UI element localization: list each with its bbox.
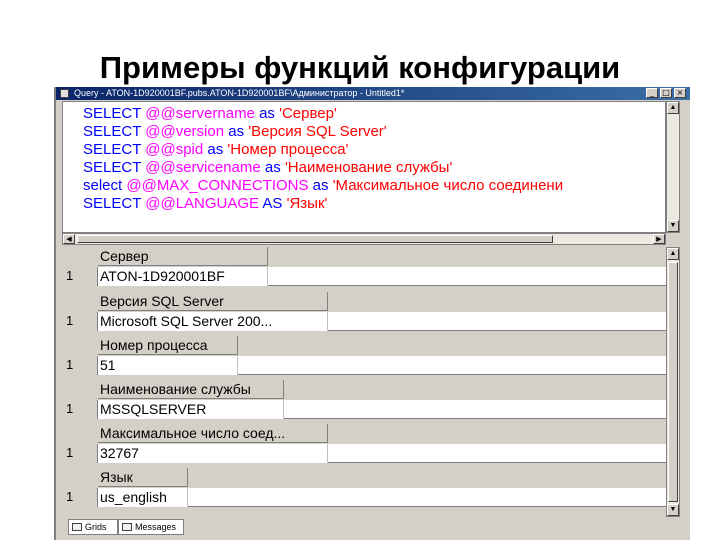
scroll-up-arrow-icon[interactable]: ▲ [667, 102, 679, 114]
row-number: 1 [62, 312, 98, 331]
table-row[interactable]: 1 us_english [62, 488, 666, 507]
window-title: Query - ATON-1D920001BF.pubs.ATON-1D9200… [74, 88, 405, 98]
table-cell[interactable]: MSSQLSERVER [98, 400, 284, 419]
table-cell[interactable]: ATON-1D920001BF [98, 267, 268, 286]
query-text: SELECT @@servername as 'Сервер' SELECT @… [83, 105, 563, 213]
result-set: Максимальное число соед... 1 32767 [62, 424, 666, 464]
row-number: 1 [62, 444, 98, 463]
column-header[interactable]: Номер процесса [98, 336, 238, 355]
result-set: Язык 1 us_english [62, 468, 666, 508]
table-row[interactable]: 1 51 [62, 356, 666, 375]
tab-grids[interactable]: Grids [68, 519, 118, 535]
query-line: SELECT @@spid as 'Номер процесса' [83, 141, 349, 158]
column-header[interactable]: Версия SQL Server [98, 292, 328, 311]
messages-icon [122, 523, 132, 531]
query-line: select @@MAX_CONNECTIONS as 'Максимально… [83, 177, 564, 194]
scroll-up-arrow-icon[interactable]: ▲ [667, 248, 679, 260]
query-line: SELECT @@LANGUAGE AS 'Язык' [83, 195, 328, 212]
tab-messages[interactable]: Messages [118, 519, 184, 535]
column-header[interactable]: Сервер [98, 247, 268, 266]
result-set: Сервер 1 ATON-1D920001BF [62, 247, 666, 287]
results-vertical-scrollbar[interactable]: ▲ ▼ [666, 247, 680, 517]
column-header[interactable]: Максимальное число соед... [98, 424, 328, 443]
table-cell[interactable]: us_english [98, 488, 188, 507]
result-set: Версия SQL Server 1 Microsoft SQL Server … [62, 292, 666, 332]
result-set: Номер процесса 1 51 [62, 336, 666, 376]
grid-icon [72, 523, 82, 531]
query-window: Query - ATON-1D920001BF.pubs.ATON-1D9200… [54, 87, 690, 540]
horizontal-scroll-thumb[interactable] [77, 235, 553, 243]
results-pane: Сервер 1 ATON-1D920001BF Версия SQL Serve… [62, 247, 666, 517]
table-cell[interactable]: 32767 [98, 444, 328, 463]
table-row[interactable]: 1 Microsoft SQL Server 200... [62, 312, 666, 331]
table-row[interactable]: 1 32767 [62, 444, 666, 463]
query-line: SELECT @@version as 'Версия SQL Server' [83, 123, 387, 140]
row-number: 1 [62, 400, 98, 419]
table-cell[interactable]: 51 [98, 356, 238, 375]
slide-title: Примеры функций конфигурации [99, 50, 621, 85]
results-scroll-thumb[interactable] [668, 262, 678, 502]
row-number: 1 [62, 488, 98, 507]
editor-vertical-scrollbar[interactable]: ▲ ▼ [666, 101, 680, 233]
query-editor[interactable]: SELECT @@servername as 'Сервер' SELECT @… [62, 101, 666, 233]
table-cell[interactable]: Microsoft SQL Server 200... [98, 312, 328, 331]
query-line: SELECT @@servername as 'Сервер' [83, 105, 337, 122]
query-line: SELECT @@servicename as 'Наименование сл… [83, 159, 453, 176]
table-row[interactable]: 1 MSSQLSERVER [62, 400, 666, 419]
column-header[interactable]: Наименование службы [98, 380, 284, 399]
maximize-button[interactable]: □ [660, 88, 672, 98]
column-header[interactable]: Язык [98, 468, 188, 487]
scroll-left-arrow-icon[interactable]: ◀ [63, 234, 75, 244]
scroll-down-arrow-icon[interactable]: ▼ [667, 504, 679, 516]
row-number: 1 [62, 356, 98, 375]
window-titlebar[interactable]: Query - ATON-1D920001BF.pubs.ATON-1D9200… [56, 87, 690, 100]
scroll-right-arrow-icon[interactable]: ▶ [653, 234, 665, 244]
row-number: 1 [62, 267, 98, 286]
results-tabs: Grids Messages [62, 519, 666, 537]
query-window-icon [60, 89, 69, 98]
table-row[interactable]: 1 ATON-1D920001BF [62, 267, 666, 286]
close-button[interactable]: × [674, 88, 686, 98]
editor-horizontal-scrollbar[interactable]: ◀ ▶ [62, 233, 666, 245]
result-set: Наименование службы 1 MSSQLSERVER [62, 380, 666, 420]
minimize-button[interactable]: _ [646, 88, 658, 98]
scroll-down-arrow-icon[interactable]: ▼ [667, 220, 679, 232]
